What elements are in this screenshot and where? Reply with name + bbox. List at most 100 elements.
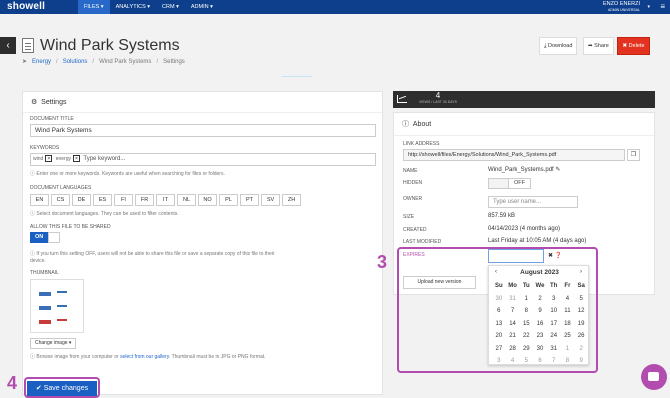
calendar-day[interactable]: 5 — [519, 355, 533, 368]
calendar-day[interactable]: 31 — [547, 343, 561, 356]
calendar-day[interactable]: 1 — [561, 343, 575, 356]
breadcrumb-energy[interactable]: Energy — [32, 59, 51, 65]
calendar-day[interactable]: 27 — [492, 343, 506, 356]
expires-date-input[interactable] — [488, 249, 544, 263]
language-it[interactable]: IT — [156, 194, 175, 206]
language-en[interactable]: EN — [30, 194, 49, 206]
day-name: Su — [495, 283, 503, 289]
calendar-day[interactable]: 28 — [506, 343, 520, 356]
share-label: Share — [594, 43, 609, 49]
calendar-day[interactable]: 6 — [533, 355, 547, 368]
help-icon[interactable]: ❓ — [555, 253, 562, 259]
remove-keyword-icon[interactable]: × — [45, 155, 53, 162]
upload-new-version-button[interactable]: Upload new version — [403, 276, 476, 289]
calendar-day[interactable]: 9 — [533, 305, 547, 318]
step-3-callout-number: 3 — [377, 252, 388, 272]
chevron-down-icon[interactable]: ▾ — [647, 4, 650, 10]
calendar-day[interactable]: 30 — [533, 343, 547, 356]
calendar-day[interactable]: 2 — [574, 343, 588, 356]
keywords-input[interactable]: wind × energy × Type keyword... — [30, 153, 376, 166]
share-toggle[interactable]: ON — [30, 232, 61, 243]
calendar-day[interactable]: 18 — [561, 318, 575, 331]
calendar-day[interactable]: 10 — [547, 305, 561, 318]
remove-keyword-icon[interactable]: × — [72, 155, 80, 162]
language-fr[interactable]: FR — [135, 194, 154, 206]
decorative-line — [282, 76, 312, 77]
calendar-grid: Su Mo Tu We Th Fr Sa 30 31 1 2 3 4 5 6 7… — [492, 280, 588, 368]
created-value: 04/14/2023 (4 months ago) — [488, 226, 561, 232]
download-button[interactable]: ⤓ Download — [539, 37, 578, 55]
calendar-day[interactable]: 13 — [492, 318, 506, 331]
save-changes-button[interactable]: ✔ Save changes — [27, 381, 97, 396]
back-button[interactable]: ‹ — [0, 37, 16, 54]
language-pt[interactable]: PT — [240, 194, 259, 206]
calendar-day[interactable]: 12 — [574, 305, 588, 318]
menu-icon[interactable]: ≡ — [660, 3, 665, 11]
calendar-day[interactable]: 29 — [519, 343, 533, 356]
calendar-day[interactable]: 6 — [492, 305, 506, 318]
language-de[interactable]: DE — [72, 194, 91, 206]
user-menu[interactable]: ENZO ENERZI ADMIN UNIVERSAL — [603, 1, 640, 13]
share-setting-label: ALLOW THIS FILE TO BE SHARED — [30, 224, 111, 230]
calendar-day[interactable]: 23 — [533, 330, 547, 343]
language-cs[interactable]: CS — [51, 194, 70, 206]
calendar-day[interactable]: 30 — [492, 293, 506, 306]
language-sv[interactable]: SV — [261, 194, 280, 206]
calendar-day[interactable]: 4 — [561, 293, 575, 306]
nav-files[interactable]: FILES ▾ — [78, 0, 110, 14]
doc-title-input[interactable]: Wind Park Systems — [30, 124, 376, 137]
language-zh[interactable]: ZH — [282, 194, 301, 206]
calendar-day[interactable]: 25 — [561, 330, 575, 343]
language-es[interactable]: ES — [93, 194, 112, 206]
chat-button[interactable] — [641, 364, 667, 390]
share-button[interactable]: ➦ Share — [583, 37, 614, 55]
copy-button[interactable]: ❐ — [627, 149, 640, 161]
change-image-button[interactable]: Change image ▾ — [30, 338, 77, 349]
calendar-day[interactable]: 31 — [506, 293, 520, 306]
edit-icon[interactable]: ✎ — [555, 167, 560, 173]
calendar-day[interactable]: 15 — [519, 318, 533, 331]
language-nl[interactable]: NL — [177, 194, 196, 206]
hidden-toggle[interactable]: OFF — [488, 178, 531, 189]
nav-admin[interactable]: ADMIN ▾ — [185, 0, 219, 14]
calendar-day[interactable]: 3 — [547, 293, 561, 306]
calendar-day[interactable]: 1 — [519, 293, 533, 306]
calendar-day[interactable]: 9 — [574, 355, 588, 368]
language-fi[interactable]: FI — [114, 194, 133, 206]
calendar-day[interactable]: 7 — [547, 355, 561, 368]
calendar-day[interactable]: 11 — [561, 305, 575, 318]
calendar-day[interactable]: 24 — [547, 330, 561, 343]
showell-logo[interactable]: showell — [7, 1, 45, 12]
breadcrumb-solutions[interactable]: Solutions — [63, 59, 88, 65]
chevron-right-icon[interactable]: › — [580, 269, 582, 275]
calendar-day[interactable]: 19 — [574, 318, 588, 331]
nav-crm[interactable]: CRM ▾ — [156, 0, 185, 14]
calendar-day[interactable]: 26 — [574, 330, 588, 343]
language-pl[interactable]: PL — [219, 194, 238, 206]
owner-input[interactable]: Type user name... — [488, 196, 578, 208]
thumbnail-hint-text: Browse image from your computer or — [36, 354, 119, 360]
calendar-day[interactable]: 21 — [506, 330, 520, 343]
language-no[interactable]: NO — [198, 194, 217, 206]
info-icon: ⓘ — [402, 121, 409, 128]
calendar-day[interactable]: 2 — [533, 293, 547, 306]
gallery-link[interactable]: select from our gallery — [120, 354, 169, 360]
delete-button[interactable]: ✖ Delete — [617, 37, 650, 55]
calendar-day[interactable]: 5 — [574, 293, 588, 306]
chart-icon[interactable] — [397, 95, 407, 103]
calendar-day[interactable]: 22 — [519, 330, 533, 343]
calendar-day[interactable]: 4 — [506, 355, 520, 368]
views-stat[interactable]: 4 VIEWS / LAST 30 DAYS — [413, 91, 463, 108]
nav-analytics[interactable]: ANALYTICS ▾ — [110, 0, 156, 14]
close-icon[interactable]: ✖ — [548, 253, 553, 259]
link-address-field[interactable]: http://showell/files/Energy/Solutions/Wi… — [403, 149, 625, 161]
calendar-day[interactable]: 8 — [561, 355, 575, 368]
calendar-day[interactable]: 20 — [492, 330, 506, 343]
calendar-day[interactable]: 16 — [533, 318, 547, 331]
calendar-day[interactable]: 3 — [492, 355, 506, 368]
calendar-day[interactable]: 7 — [506, 305, 520, 318]
calendar-day[interactable]: 8 — [519, 305, 533, 318]
created-label: CREATED — [403, 227, 427, 233]
calendar-day[interactable]: 17 — [547, 318, 561, 331]
calendar-day[interactable]: 14 — [506, 318, 520, 331]
